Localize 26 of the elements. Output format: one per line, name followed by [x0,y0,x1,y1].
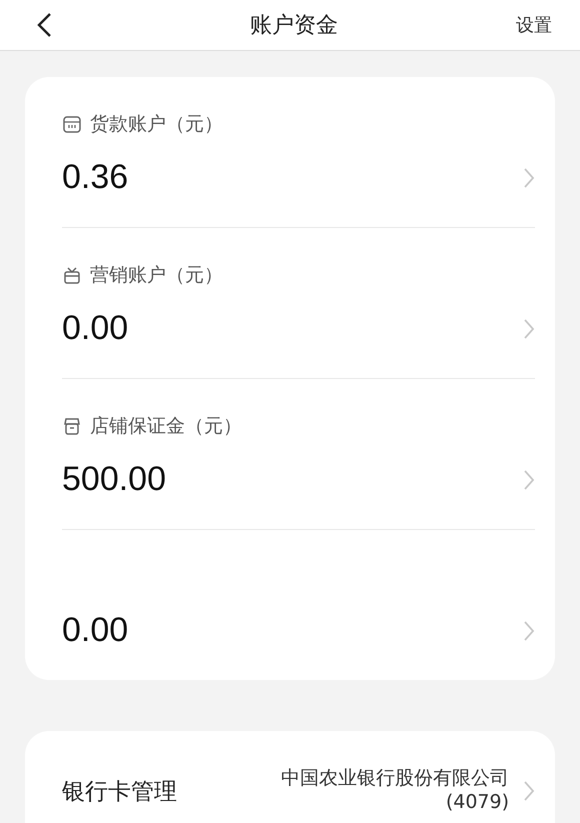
back-icon[interactable] [36,12,52,38]
account-balance: 0.00 [62,309,128,348]
card-number: (4079) [446,791,509,815]
gift-icon [62,265,82,285]
account-row[interactable]: 店铺保证金（元） 500.00 [62,379,535,530]
shop-icon [62,416,82,436]
account-label: 营销账户（元） [90,263,223,288]
account-row[interactable]: 0.00 [62,530,535,680]
account-balance: 0.36 [62,158,128,197]
bank-card-label: 银行卡管理 [62,778,177,806]
chevron-icon [523,620,535,642]
account-label: 货款账户（元） [90,112,223,137]
wallet-icon [62,114,82,134]
account-balance: 500.00 [62,460,166,499]
chevron-icon [523,318,535,340]
settings-link[interactable]: 设置 [516,13,552,37]
page-title: 账户资金 [250,12,338,40]
account-row[interactable]: 货款账户（元） 0.36 [62,77,535,228]
chevron-icon [523,780,535,802]
bank-name: 中国农业银行股份有限公司 [281,767,509,791]
chevron-icon [523,166,535,188]
account-label: 店铺保证金（元） [90,414,242,439]
account-balance: 0.00 [62,611,128,650]
bank-card-row[interactable]: 银行卡管理 中国农业银行股份有限公司 (4079) [25,731,555,823]
account-row[interactable]: 营销账户（元） 0.00 [62,228,535,379]
chevron-icon [523,468,535,490]
